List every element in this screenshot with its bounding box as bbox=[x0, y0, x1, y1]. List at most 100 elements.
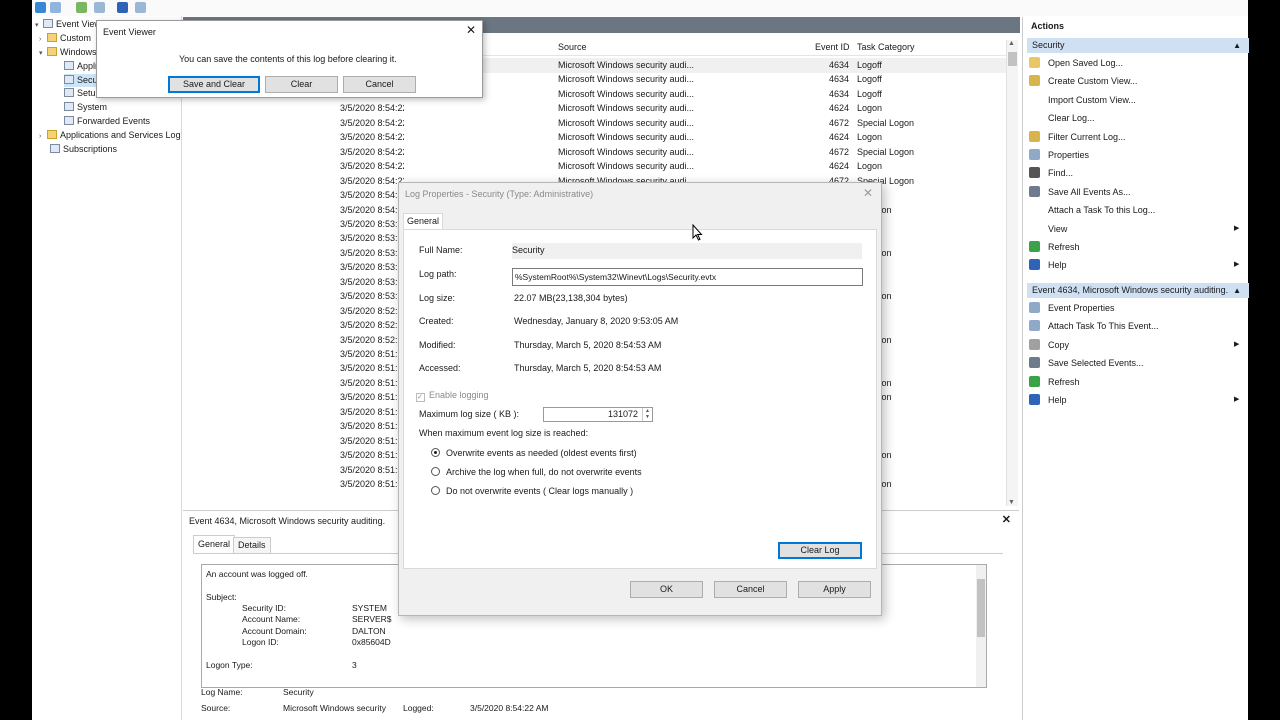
help-icon bbox=[1029, 259, 1040, 271]
action-item[interactable]: Attach a Task To this Log... bbox=[1029, 202, 1155, 218]
log-icon bbox=[64, 116, 74, 125]
modified-value: Thursday, March 5, 2020 8:54:53 AM bbox=[514, 340, 662, 350]
help-icon bbox=[1029, 394, 1040, 405]
show-hide-actions-icon[interactable] bbox=[135, 2, 146, 13]
clear-log-button[interactable]: Clear Log bbox=[778, 542, 862, 559]
scroll-down-arrow[interactable]: ▼ bbox=[1008, 499, 1015, 506]
ok-button[interactable]: OK bbox=[630, 581, 703, 598]
source-cell: Microsoft Windows security audi... bbox=[558, 88, 695, 99]
close-icon[interactable]: ✕ bbox=[1002, 513, 1011, 526]
enable-logging-checkbox[interactable]: ✓ Enable logging bbox=[416, 390, 489, 402]
action-item[interactable]: Filter Current Log... bbox=[1029, 129, 1126, 145]
table-row[interactable]: Audit Success3/5/2020 8:54:22 AMMicrosof… bbox=[183, 159, 1011, 174]
save-and-clear-button[interactable]: Save and Clear bbox=[168, 76, 260, 93]
no-overwrite-radio[interactable]: Do not overwrite events ( Clear logs man… bbox=[431, 486, 633, 496]
action-item[interactable]: Attach Task To This Event... bbox=[1029, 318, 1159, 334]
clear-button[interactable]: Clear bbox=[265, 76, 338, 93]
close-icon[interactable]: ✕ bbox=[863, 186, 873, 200]
source-label: Source: bbox=[201, 703, 231, 713]
accessed-label: Accessed: bbox=[419, 363, 461, 373]
source-cell: Microsoft Windows security audi... bbox=[558, 161, 695, 172]
date-cell: 3/5/2020 8:54:22 AM bbox=[340, 161, 404, 172]
tab-details[interactable]: Details bbox=[233, 537, 271, 553]
collapse-icon[interactable]: ▲ bbox=[1233, 38, 1241, 53]
action-item[interactable]: Refresh bbox=[1029, 239, 1080, 255]
detail-scroll-thumb[interactable] bbox=[977, 579, 985, 637]
log-size-value: 22.07 MB(23,138,304 bytes) bbox=[514, 293, 628, 303]
action-item[interactable]: Find... bbox=[1029, 165, 1073, 181]
save-icon bbox=[1029, 185, 1040, 197]
tree-item-applications-services[interactable]: › Applications and Services Logs bbox=[39, 129, 181, 142]
action-item[interactable]: Refresh bbox=[1029, 374, 1080, 390]
collapse-icon[interactable]: ▲ bbox=[1233, 283, 1241, 298]
tree-item-forwarded-events[interactable]: Forwarded Events bbox=[64, 115, 150, 128]
help-icon[interactable] bbox=[117, 2, 128, 13]
spinner-arrows-icon[interactable]: ▲ ▼ bbox=[642, 408, 652, 421]
table-row[interactable]: Audit Success3/5/2020 8:54:22 AMMicrosof… bbox=[183, 145, 1011, 160]
chevron-down-icon[interactable]: ▾ bbox=[35, 19, 43, 32]
archive-radio[interactable]: Archive the log when full, do not overwr… bbox=[431, 467, 642, 477]
log-path-field[interactable]: %SystemRoot%\System32\Winevt\Logs\Securi… bbox=[512, 268, 863, 286]
tree-item-subscriptions[interactable]: Subscriptions bbox=[50, 143, 117, 156]
action-item[interactable]: View ▶ bbox=[1029, 221, 1239, 237]
show-hide-tree-icon[interactable] bbox=[94, 2, 105, 13]
scroll-up-arrow[interactable]: ▲ bbox=[1008, 40, 1015, 47]
chevron-right-icon[interactable]: › bbox=[39, 130, 47, 142]
console-tree: ▾Event Viewer ›Custom ▾Windows Applicati… bbox=[32, 16, 182, 720]
forward-icon[interactable] bbox=[50, 2, 61, 13]
logged-value: 3/5/2020 8:54:22 AM bbox=[470, 703, 549, 713]
subscriptions-icon bbox=[50, 144, 60, 153]
action-item[interactable]: Event Properties bbox=[1029, 300, 1115, 316]
tab-general[interactable]: General bbox=[193, 535, 236, 553]
action-item[interactable]: Help ▶ bbox=[1029, 392, 1239, 408]
max-size-spinner[interactable]: 131072 ▲ ▼ bbox=[543, 407, 653, 422]
action-item[interactable]: Clear Log... bbox=[1029, 110, 1095, 126]
log-size-label: Log size: bbox=[419, 293, 456, 303]
detail-scrollbar[interactable] bbox=[976, 565, 986, 687]
overwrite-radio[interactable]: Overwrite events as needed (oldest event… bbox=[431, 448, 637, 458]
table-row[interactable]: Audit Success3/5/2020 8:54:22 AMMicrosof… bbox=[183, 101, 1011, 116]
full-name-field: Security bbox=[512, 243, 862, 259]
date-cell: 3/5/2020 8:53: bbox=[340, 276, 398, 287]
folder-up-icon[interactable] bbox=[76, 2, 87, 13]
cancel-button[interactable]: Cancel bbox=[714, 581, 787, 598]
scroll-thumb[interactable] bbox=[1008, 52, 1017, 66]
table-row[interactable]: Audit Success3/5/2020 8:54:22 AMMicrosof… bbox=[183, 116, 1011, 131]
tree-item-custom-views[interactable]: › Custom bbox=[39, 32, 91, 45]
actions-section-event[interactable]: Event 4634, Microsoft Windows security a… bbox=[1027, 283, 1249, 298]
date-cell: 3/5/2020 8:54:22 AM bbox=[340, 132, 404, 143]
action-item[interactable]: Save All Events As... bbox=[1029, 184, 1131, 200]
category-cell: Logon bbox=[857, 161, 883, 172]
action-item[interactable]: Copy ▶ bbox=[1029, 337, 1239, 353]
cancel-button[interactable]: Cancel bbox=[343, 76, 416, 93]
action-item[interactable]: Import Custom View... bbox=[1029, 92, 1136, 108]
actions-section-security[interactable]: Security ▲ bbox=[1027, 38, 1249, 53]
date-cell: 3/5/2020 8:51: bbox=[340, 392, 398, 403]
action-item[interactable]: Open Saved Log... bbox=[1029, 55, 1123, 71]
action-item[interactable]: Properties bbox=[1029, 147, 1089, 163]
folder-icon bbox=[47, 47, 57, 56]
action-item[interactable]: Save Selected Events... bbox=[1029, 355, 1144, 371]
chevron-down-icon[interactable]: ▾ bbox=[39, 47, 47, 60]
log-properties-dialog: Log Properties - Security (Type: Adminis… bbox=[398, 182, 882, 616]
column-task-category[interactable]: Task Category bbox=[857, 42, 915, 52]
category-cell: Logoff bbox=[857, 60, 882, 70]
column-source[interactable]: Source bbox=[558, 42, 587, 52]
table-row[interactable]: Audit Success3/5/2020 8:54:22 AMMicrosof… bbox=[183, 130, 1011, 145]
close-icon[interactable]: ✕ bbox=[466, 23, 476, 37]
tab-general[interactable]: General bbox=[403, 213, 444, 230]
action-item[interactable]: Help ▶ bbox=[1029, 257, 1239, 273]
filter-icon bbox=[1029, 130, 1040, 142]
column-event-id[interactable]: Event ID bbox=[815, 42, 850, 52]
event-list-scrollbar[interactable]: ▲ ▼ bbox=[1006, 40, 1018, 506]
action-item[interactable]: Create Custom View... bbox=[1029, 73, 1137, 89]
toolbar bbox=[32, 0, 1248, 16]
apply-button[interactable]: Apply bbox=[798, 581, 871, 598]
created-value: Wednesday, January 8, 2020 9:53:05 AM bbox=[514, 316, 679, 326]
tree-item-windows-logs[interactable]: ▾ Windows bbox=[39, 46, 97, 59]
dialog-title: Event Viewer bbox=[103, 27, 156, 37]
back-icon[interactable] bbox=[35, 2, 46, 13]
tree-item-system[interactable]: System bbox=[64, 101, 107, 114]
logon-type-label: Logon Type: bbox=[206, 660, 253, 670]
chevron-right-icon[interactable]: › bbox=[39, 33, 47, 46]
